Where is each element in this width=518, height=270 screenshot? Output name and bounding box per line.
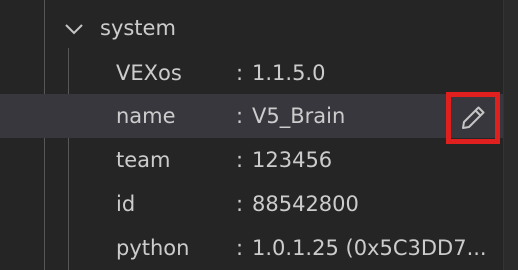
pencil-icon (458, 103, 488, 133)
row-value: 123456 (252, 148, 333, 172)
row-separator: : (236, 236, 244, 260)
tree-row-id[interactable]: id : 88542800 (0, 182, 504, 226)
row-value: 88542800 (252, 192, 359, 216)
row-value: 1.1.5.0 (252, 61, 326, 85)
row-key: id (116, 192, 136, 216)
row-key: name (116, 104, 176, 128)
row-separator: : (236, 61, 244, 85)
chevron-down-icon[interactable] (60, 14, 88, 42)
tree-row-name[interactable]: name : V5_Brain (0, 94, 504, 138)
device-info-tree: system VEXos : 1.1.5.0 name : V5_Brain t… (0, 0, 518, 270)
tree-row-python[interactable]: python : 1.0.1.25 (0x5C3DD7... (0, 226, 504, 270)
row-key: team (116, 148, 171, 172)
tree-row-team[interactable]: team : 123456 (0, 138, 504, 182)
row-separator: : (236, 104, 244, 128)
row-key: python (116, 236, 190, 260)
tree-row-vexos[interactable]: VEXos : 1.1.5.0 (0, 51, 504, 95)
section-label: system (100, 16, 176, 40)
row-separator: : (236, 192, 244, 216)
row-value: 1.0.1.25 (0x5C3DD7... (252, 236, 487, 260)
tree-section-system[interactable]: system (0, 6, 504, 50)
edit-name-button[interactable] (446, 92, 500, 144)
row-separator: : (236, 148, 244, 172)
row-key: VEXos (116, 61, 182, 85)
scrollbar-track[interactable] (503, 0, 518, 270)
